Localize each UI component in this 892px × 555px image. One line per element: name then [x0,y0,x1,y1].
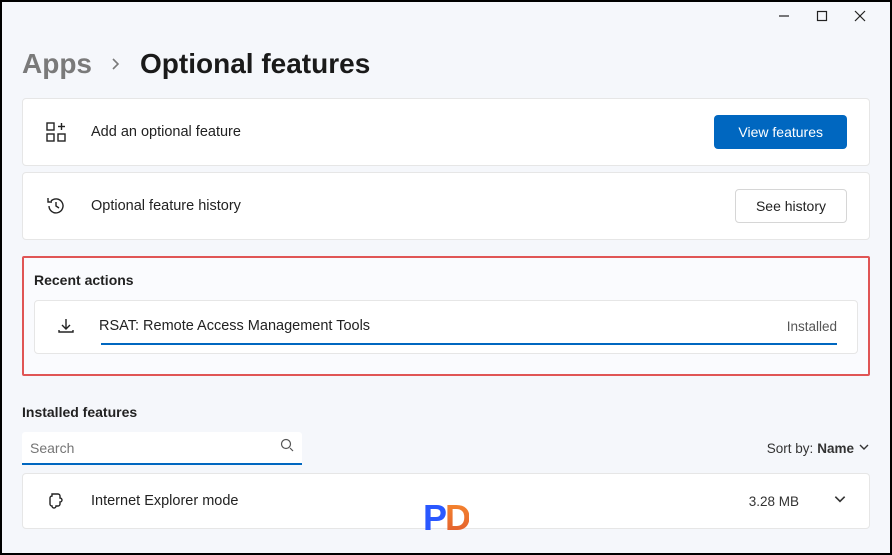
feature-label: Internet Explorer mode [91,493,725,509]
recent-item-label: RSAT: Remote Access Management Tools [99,318,765,334]
chevron-right-icon [110,54,122,75]
add-feature-icon [45,121,67,143]
chevron-down-icon[interactable] [833,492,847,511]
add-feature-label: Add an optional feature [91,124,690,140]
recent-action-row[interactable]: RSAT: Remote Access Management Tools Ins… [34,300,858,354]
minimize-button[interactable] [776,8,792,24]
search-box[interactable] [22,432,302,465]
history-row: Optional feature history See history [22,172,870,240]
see-history-button[interactable]: See history [735,189,847,223]
download-icon [55,315,77,337]
progress-bar [101,343,837,345]
maximize-button[interactable] [814,8,830,24]
installed-features-title: Installed features [22,404,870,420]
history-label: Optional feature history [91,198,711,214]
puzzle-icon [45,490,67,512]
history-icon [45,195,67,217]
window-titlebar [2,2,890,30]
view-features-button[interactable]: View features [714,115,847,149]
recent-item-status: Installed [787,319,837,334]
feature-size: 3.28 MB [749,494,799,509]
search-icon [280,438,294,457]
sort-by-value: Name [817,441,854,456]
breadcrumb: Apps Optional features [2,30,890,90]
watermark-logo: PD [423,497,469,539]
recent-actions-title: Recent actions [34,272,858,288]
page-title: Optional features [140,48,370,80]
recent-actions-section: Recent actions RSAT: Remote Access Manag… [22,256,870,376]
chevron-down-icon [858,441,870,456]
breadcrumb-parent[interactable]: Apps [22,48,92,80]
sort-by-label: Sort by: [767,441,814,456]
close-button[interactable] [852,8,868,24]
search-input[interactable] [30,440,280,456]
add-feature-row: Add an optional feature View features [22,98,870,166]
sort-by-dropdown[interactable]: Sort by: Name [767,441,870,456]
